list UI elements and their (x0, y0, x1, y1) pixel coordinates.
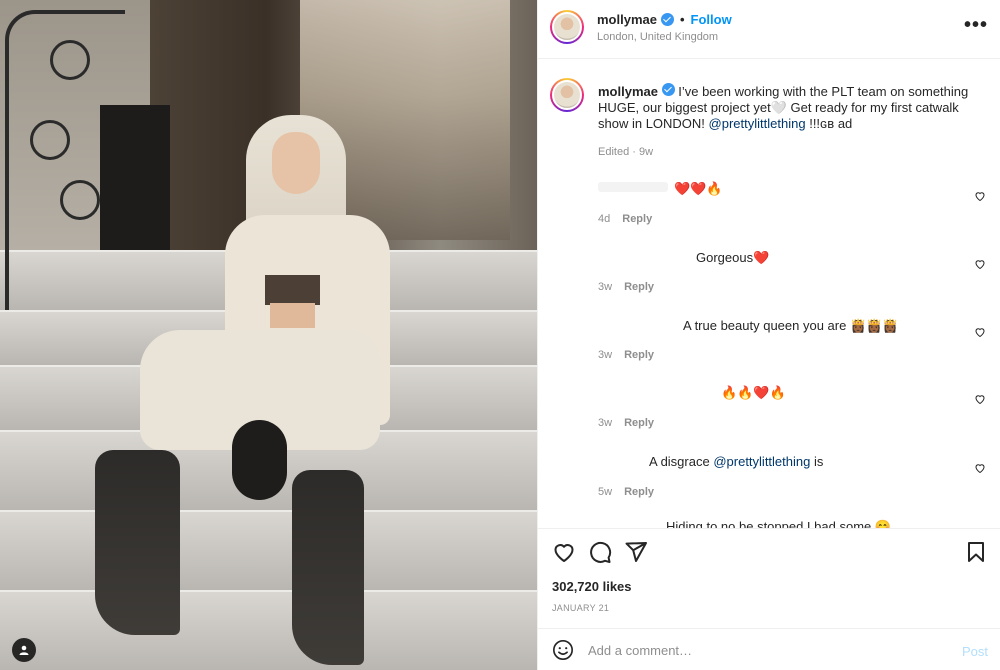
save-bookmark-icon[interactable] (964, 540, 988, 564)
comment-item: A true beauty queen you are 👸🏾👸🏾👸🏾 3w Re… (538, 316, 1000, 376)
comment-username-blurred[interactable] (598, 182, 668, 192)
photo-railing-curl (50, 40, 90, 80)
comment-mention-link[interactable]: @prettylittlething (713, 454, 810, 469)
photo-person-face (272, 132, 320, 194)
caption-meta: Edited · 9w (598, 146, 654, 158)
comment-meta: 3w Reply (598, 349, 654, 361)
comment-text: A disgrace @prettylittlething is (649, 454, 823, 469)
like-comment-heart-icon[interactable] (974, 462, 986, 474)
author-avatar[interactable] (550, 10, 584, 44)
share-paper-plane-icon[interactable] (624, 540, 648, 564)
comment-time: 5w (598, 486, 613, 498)
reply-button[interactable]: Reply (624, 417, 654, 429)
comment-item: 🔥🔥❤️🔥 3w Reply (538, 383, 1000, 443)
comment-time: 3w (598, 281, 613, 293)
verified-badge-icon (660, 13, 674, 26)
comment-text: Hiding to no be stopped I bad some 😊 (666, 519, 892, 528)
comment-item: ❤️❤️🔥 4d Reply (538, 180, 1000, 240)
photo-step (0, 510, 537, 590)
like-heart-icon[interactable] (552, 540, 576, 564)
comment-meta: 3w Reply (598, 417, 654, 429)
like-comment-heart-icon[interactable] (974, 326, 986, 338)
like-comment-heart-icon[interactable] (974, 393, 986, 405)
add-comment-input[interactable] (588, 637, 928, 663)
comment-text-part: is (813, 454, 824, 469)
reply-button[interactable]: Reply (624, 486, 654, 498)
emoji-smiley-icon[interactable] (552, 639, 574, 661)
photo-person-midriff (270, 303, 315, 328)
comment-time: 3w (598, 417, 613, 429)
reply-button[interactable]: Reply (624, 281, 654, 293)
user-tag-icon (19, 645, 29, 655)
photo-person-bag (232, 420, 287, 500)
photo-person-boot-right (292, 470, 364, 665)
photo-railing-curl (30, 120, 70, 160)
post-actions-bar (538, 528, 1000, 572)
comment-text: A true beauty queen you are 👸🏾👸🏾👸🏾 (683, 318, 899, 333)
add-comment-bar: Post (538, 628, 1000, 670)
comment-item: A disgrace @prettylittlething is 5w Repl… (538, 452, 1000, 512)
post-comment-button[interactable]: Post (962, 644, 988, 659)
caption-avatar[interactable] (550, 78, 584, 112)
comment-text: Gorgeous❤️ (696, 250, 770, 265)
follow-button[interactable]: Follow (691, 12, 732, 27)
caption-text: mollymae I’ve been working with the PLT … (598, 83, 978, 132)
comment-meta: 3w Reply (598, 281, 654, 293)
photo-person-boot-left (95, 450, 180, 635)
post-photo[interactable] (0, 0, 537, 670)
like-comment-heart-icon[interactable] (974, 258, 986, 270)
photo-step (0, 590, 537, 670)
more-horizontal-icon[interactable]: ••• (964, 15, 988, 35)
comments-list[interactable]: mollymae I’ve been working with the PLT … (538, 60, 1000, 528)
caption-suffix: !!!ɢʙ ad (809, 116, 853, 131)
photo-railing-curl (60, 180, 100, 220)
comment-text: 🔥🔥❤️🔥 (721, 385, 786, 400)
comment-item: Gorgeous❤️ 3w Reply (538, 248, 1000, 308)
photo-person-top (265, 275, 320, 305)
author-username[interactable]: mollymae (597, 12, 657, 27)
reply-button[interactable]: Reply (622, 213, 652, 225)
tagged-users-button[interactable] (12, 638, 36, 662)
comment-text-part: A disgrace (649, 454, 710, 469)
likes-count[interactable]: 302,720 likes (552, 579, 632, 594)
author-line: mollymae • Follow (597, 12, 732, 27)
reply-button[interactable]: Reply (624, 349, 654, 361)
comment-bubble-icon[interactable] (588, 540, 612, 564)
comment-time: 3w (598, 349, 613, 361)
comment-text: ❤️❤️🔥 (674, 181, 723, 196)
caption-mention-link[interactable]: @prettylittlething (709, 116, 806, 131)
like-comment-heart-icon[interactable] (974, 190, 986, 202)
caption-username[interactable]: mollymae (598, 84, 658, 99)
comment-meta: 4d Reply (598, 213, 652, 225)
post-location[interactable]: London, United Kingdom (597, 31, 718, 43)
comment-meta: 5w Reply (598, 486, 654, 498)
verified-badge-icon (661, 83, 675, 96)
comment-item-partial: Hiding to no be stopped I bad some 😊 (538, 517, 1000, 528)
comment-time: 4d (598, 213, 611, 225)
post-header: mollymae • Follow London, United Kingdom… (538, 0, 1000, 59)
separator-dot: • (679, 12, 685, 27)
post-side-panel: mollymae • Follow London, United Kingdom… (537, 0, 1000, 670)
post-date: JANUARY 21 (552, 603, 610, 613)
